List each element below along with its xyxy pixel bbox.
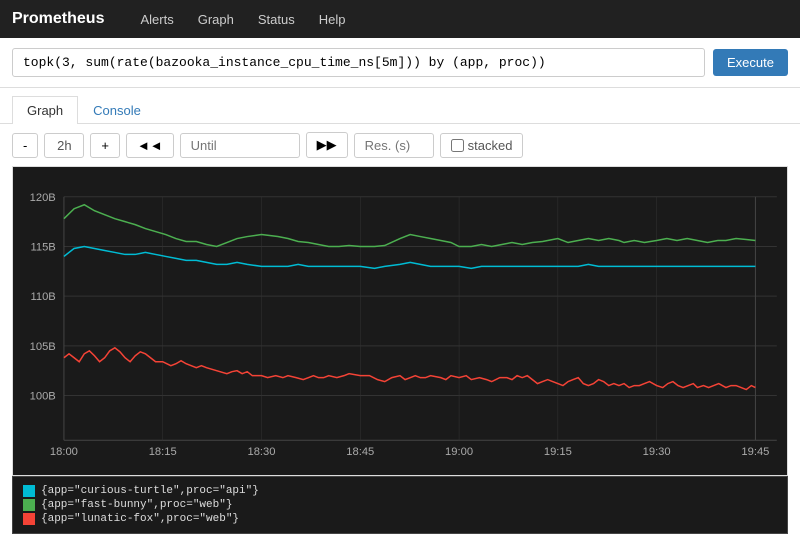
nav-status[interactable]: Status (246, 4, 307, 35)
nav-graph[interactable]: Graph (186, 4, 246, 35)
query-input[interactable] (12, 48, 705, 77)
nav-help[interactable]: Help (307, 4, 358, 35)
legend-item-1: {app="fast-bunny",proc="web"} (23, 499, 777, 511)
tab-console[interactable]: Console (78, 96, 156, 124)
controls: - 2h + ◄◄ ▶▶ stacked (0, 124, 800, 166)
tabs: Graph Console (0, 88, 800, 124)
resolution-input[interactable] (354, 133, 434, 158)
time-next-button[interactable]: ▶▶ (306, 132, 348, 158)
svg-text:100B: 100B (30, 391, 56, 403)
legend-label-2: {app="lunatic-fox",proc="web"} (41, 513, 239, 525)
until-input[interactable] (180, 133, 300, 158)
svg-text:19:45: 19:45 (741, 446, 769, 458)
svg-text:19:30: 19:30 (643, 446, 671, 458)
brand: Prometheus (12, 10, 104, 28)
legend-label-1: {app="fast-bunny",proc="web"} (41, 499, 232, 511)
svg-text:110B: 110B (30, 291, 55, 303)
stacked-toggle[interactable]: stacked (440, 133, 524, 158)
svg-text:18:00: 18:00 (50, 446, 78, 458)
time-plus-button[interactable]: + (90, 133, 120, 158)
nav-menu: Alerts Graph Status Help (128, 4, 357, 35)
tab-graph[interactable]: Graph (12, 96, 78, 124)
svg-text:105B: 105B (30, 341, 56, 353)
time-prev-button[interactable]: ◄◄ (126, 133, 174, 158)
legend-label-0: {app="curious-turtle",proc="api"} (41, 485, 259, 497)
svg-text:18:15: 18:15 (149, 446, 177, 458)
nav-alerts[interactable]: Alerts (128, 4, 185, 35)
legend-color-0 (23, 485, 35, 497)
legend-color-1 (23, 499, 35, 511)
chart-area: 120B 115B 110B 105B 100B 18:00 18:15 18:… (12, 166, 788, 476)
svg-text:19:00: 19:00 (445, 446, 473, 458)
navbar: Prometheus Alerts Graph Status Help (0, 0, 800, 38)
time-minus-button[interactable]: - (12, 133, 38, 158)
chart-svg: 120B 115B 110B 105B 100B 18:00 18:15 18:… (13, 167, 787, 475)
stacked-checkbox[interactable] (451, 139, 464, 152)
svg-text:18:30: 18:30 (247, 446, 275, 458)
chart-container: 120B 115B 110B 105B 100B 18:00 18:15 18:… (0, 166, 800, 476)
svg-text:120B: 120B (30, 192, 56, 204)
svg-text:115B: 115B (30, 242, 55, 254)
legend-item-2: {app="lunatic-fox",proc="web"} (23, 513, 777, 525)
legend-color-2 (23, 513, 35, 525)
stacked-label-text: stacked (468, 138, 513, 153)
time-range-display: 2h (44, 133, 84, 158)
svg-text:18:45: 18:45 (346, 446, 374, 458)
execute-button[interactable]: Execute (713, 49, 788, 76)
legend: {app="curious-turtle",proc="api"} {app="… (12, 476, 788, 534)
svg-text:19:15: 19:15 (544, 446, 572, 458)
legend-item-0: {app="curious-turtle",proc="api"} (23, 485, 777, 497)
query-bar: Execute (0, 38, 800, 88)
